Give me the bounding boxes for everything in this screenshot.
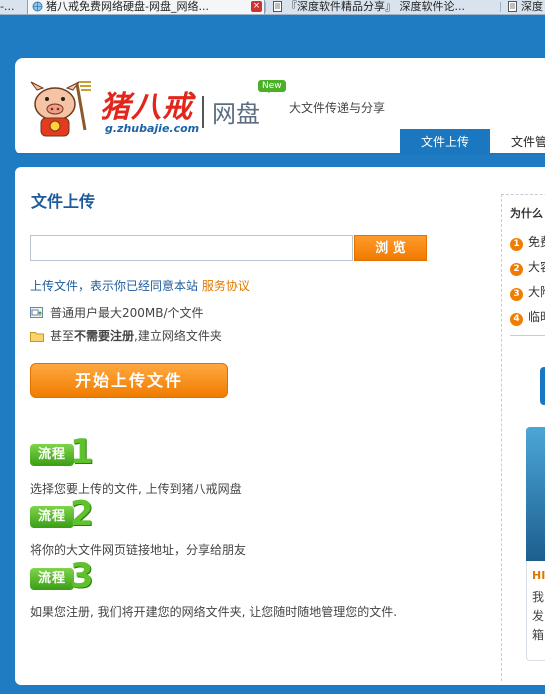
step-text-1: 选择您要上传的文件, 上传到猪八戒网盘 — [30, 482, 242, 496]
sidebar-action-button[interactable] — [540, 367, 545, 405]
step-number: 3 — [70, 556, 94, 596]
site-url: g.zhubajie.com — [105, 122, 200, 135]
tagline: 大文件传递与分享 — [289, 101, 386, 115]
agreement-label: 上传文件，表示你已经同意本站 — [30, 279, 199, 293]
step-badge-label: 流程 — [30, 506, 74, 528]
page-icon — [273, 1, 282, 12]
folder-note-bold: 不需要注册 — [74, 329, 135, 343]
sidebar-item: 4 临时 — [510, 308, 545, 326]
number-badge: 1 — [510, 238, 523, 251]
promo-line: 我, — [532, 590, 545, 604]
sidebar-title: 为什么 — [510, 207, 543, 220]
browser-tab[interactable]: 深度 — [503, 0, 545, 14]
step-badge-2: 流程 2 — [30, 494, 100, 534]
promo-line: 箱 — [532, 628, 545, 642]
folder-note-suffix: ,建立网络文件夹 — [134, 329, 222, 343]
sidebar-item-label: 免费 — [528, 235, 545, 249]
brand-name: 猪八戒 — [100, 90, 193, 125]
number-badge: 4 — [510, 313, 523, 326]
tab-label: 猪八戒免费网络硬盘-网盘_网络... — [46, 0, 209, 13]
step-text-3: 如果您注册, 我们将开建您的网络文件夹, 让您随时随地管理您的文件. — [30, 605, 398, 619]
sidebar-item-label: 大容 — [528, 260, 545, 274]
page-title: 文件上传 — [31, 192, 96, 211]
tab-label: -... — [0, 0, 15, 13]
step-number: 2 — [70, 494, 94, 534]
tab-separator — [500, 2, 501, 12]
size-limit-text: 普通用户最大200MB/个文件 — [50, 306, 204, 320]
main-panel: 文件上传 浏 览 上传文件，表示你已经同意本站 服务协议 普通用户最大200MB… — [15, 167, 545, 685]
tab-label: 深度 — [521, 0, 543, 13]
sidebar-item: 1 免费 — [510, 233, 545, 251]
pig-mascot-icon — [30, 81, 91, 137]
tab-file-upload[interactable]: 文件上传 — [400, 129, 490, 155]
folder-icon — [30, 332, 44, 342]
page-icon — [508, 1, 517, 12]
folder-note: 甚至不需要注册,建立网络文件夹 — [30, 327, 222, 344]
new-badge: New — [258, 80, 286, 93]
service-agreement-link[interactable]: 服务协议 — [202, 279, 250, 293]
upload-file-icon — [30, 307, 43, 318]
step-badge-1: 流程 1 — [30, 432, 100, 472]
sidebar-item-label: 大附 — [528, 285, 545, 299]
browser-tab[interactable]: -... — [0, 0, 24, 14]
promo-line: 发, — [532, 609, 545, 623]
step-text-2: 将你的大文件网页链接地址，分享给朋友 — [30, 543, 247, 557]
browser-tab-active[interactable]: 猪八戒免费网络硬盘-网盘_网络... × — [27, 0, 265, 14]
step-badge-label: 流程 — [30, 444, 74, 466]
start-upload-button[interactable]: 开始上传文件 — [30, 363, 228, 398]
globe-icon — [32, 1, 43, 12]
sidebar-item: 2 大容 — [510, 258, 545, 276]
promo-heading: HI — [532, 569, 545, 582]
browser-tab[interactable]: 『深度软件精品分享』 深度软件论... — [268, 0, 498, 14]
close-icon[interactable]: × — [251, 1, 262, 12]
number-badge: 2 — [510, 263, 523, 276]
number-badge: 3 — [510, 288, 523, 301]
why-sidebar: 为什么 1 免费 2 大容 3 大附 4 临时 HI 我, 发, 箱 — [501, 194, 545, 681]
sidebar-item-label: 临时 — [528, 310, 545, 324]
sidebar-item: 3 大附 — [510, 283, 545, 301]
sidebar-divider — [510, 335, 545, 336]
step-badge-3: 流程 3 — [30, 556, 100, 596]
site-logo[interactable]: 猪八戒 g.zhubajie.com — [25, 80, 225, 140]
logo-divider — [202, 96, 204, 128]
folder-note-prefix: 甚至 — [50, 329, 75, 343]
tab-file-manage[interactable]: 文件管 — [491, 129, 545, 155]
size-limit-note: 普通用户最大200MB/个文件 — [30, 304, 204, 321]
browser-tab-strip: -... 猪八戒免费网络硬盘-网盘_网络... × 『深度软件精品分享』 深度软… — [0, 0, 545, 15]
browse-button[interactable]: 浏 览 — [354, 235, 427, 261]
agreement-text: 上传文件，表示你已经同意本站 服务协议 — [30, 277, 250, 294]
tab-label: 『深度软件精品分享』 深度软件论... — [286, 0, 465, 13]
product-name: 网盘 — [212, 100, 260, 128]
step-badge-label: 流程 — [30, 568, 74, 590]
step-number: 1 — [70, 432, 94, 472]
promo-image — [526, 427, 545, 561]
file-path-input[interactable] — [30, 235, 353, 261]
site-header: 猪八戒 g.zhubajie.com 网盘 New 大文件传递与分享 文件上传 … — [15, 58, 545, 155]
tab-separator — [265, 2, 266, 12]
nav-underline — [15, 153, 545, 155]
